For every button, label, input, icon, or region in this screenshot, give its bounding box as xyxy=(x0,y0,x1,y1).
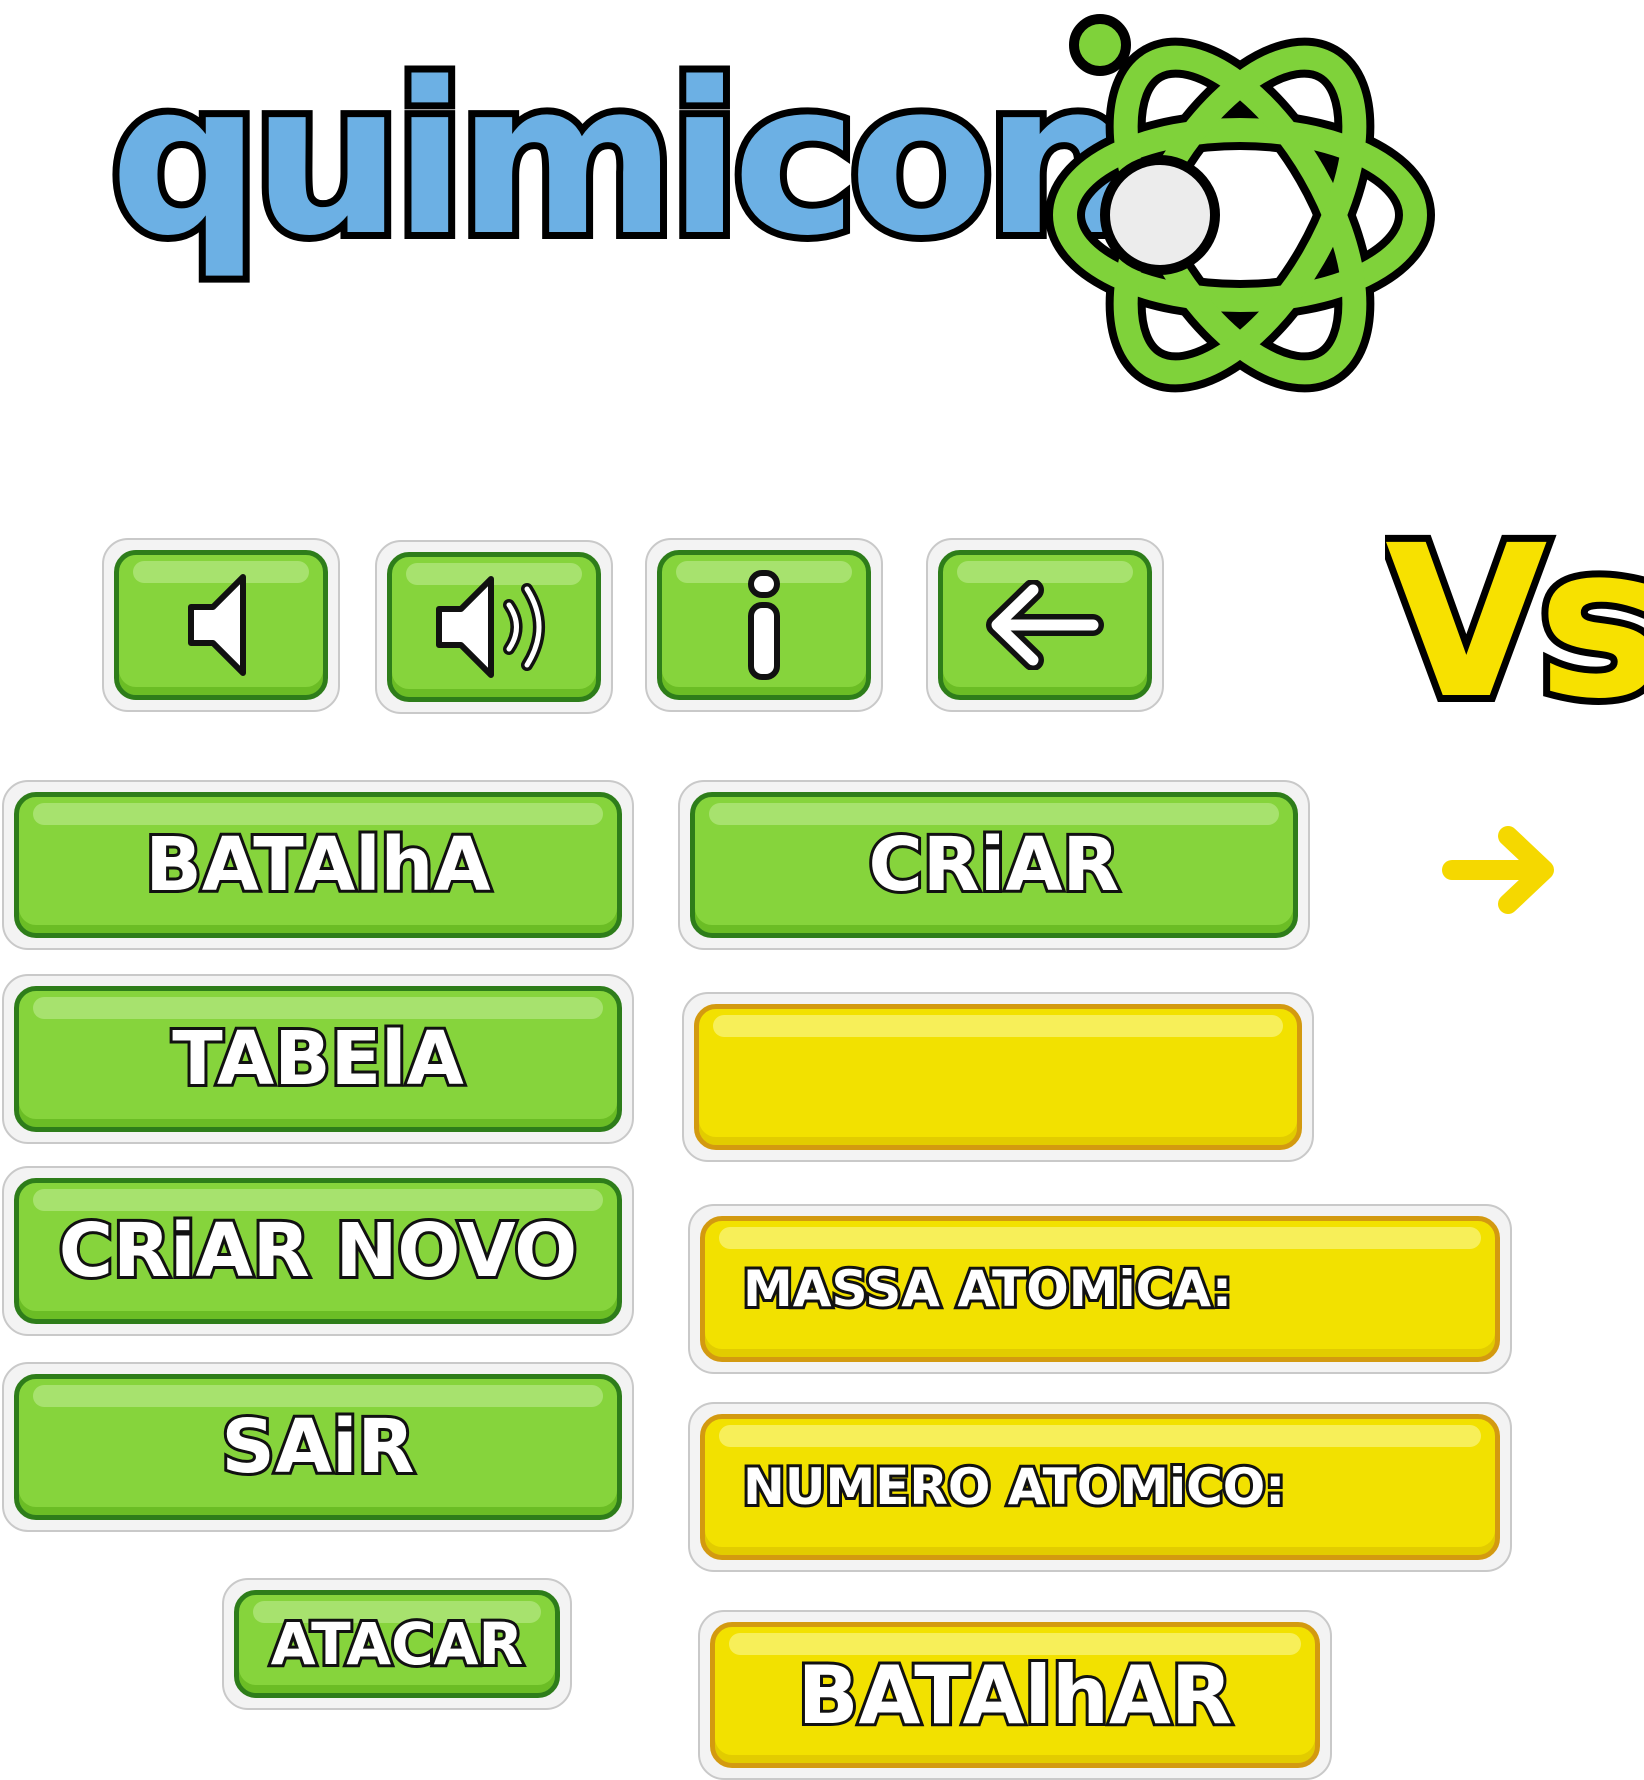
criar-button[interactable]: CRiAR xyxy=(690,792,1298,938)
criar-novo-button[interactable]: CRiAR NOVO xyxy=(14,1178,622,1324)
tabela-label: TABElA xyxy=(169,1013,467,1105)
sair-button[interactable]: SAiR xyxy=(14,1374,622,1520)
massa-atomica-panel: MASSA ATOMiCA: xyxy=(700,1216,1500,1362)
batalha-button-frame: BATAlhA xyxy=(2,780,634,950)
numero-atomico-label: NUMERO ATOMiCO: xyxy=(740,1455,1288,1519)
back-button[interactable] xyxy=(938,550,1152,700)
criar-novo-label: CRiAR NOVO xyxy=(56,1205,580,1297)
atacar-button-frame: ATACAR xyxy=(222,1578,572,1710)
logo-text: quimicon xyxy=(103,37,1142,282)
info-icon xyxy=(748,570,780,680)
massa-atomica-label: MASSA ATOMiCA: xyxy=(740,1257,1235,1321)
speaker-mute-icon xyxy=(188,574,246,676)
arrow-right-icon[interactable] xyxy=(1440,820,1565,920)
criar-button-frame: CRiAR xyxy=(678,780,1310,950)
info-button-frame xyxy=(645,538,883,712)
tabela-button-frame: TABElA xyxy=(2,974,634,1144)
batalha-label: BATAlhA xyxy=(142,819,493,911)
batalhar-button-frame: BATAlhAR xyxy=(698,1610,1332,1780)
massa-atomica-panel-frame: MASSA ATOMiCA: xyxy=(688,1204,1512,1374)
blank-yellow-panel xyxy=(694,1004,1302,1150)
arrow-left-icon xyxy=(986,580,1104,670)
numero-atomico-panel: NUMERO ATOMiCO: xyxy=(700,1414,1500,1560)
atacar-label: ATACAR xyxy=(268,1607,526,1681)
back-button-frame xyxy=(926,538,1164,712)
criar-label: CRiAR xyxy=(866,819,1123,911)
mute-button[interactable] xyxy=(114,550,328,700)
atom-icon xyxy=(1045,14,1435,393)
atacar-button[interactable]: ATACAR xyxy=(234,1590,560,1698)
tabela-button[interactable]: TABElA xyxy=(14,986,622,1132)
sound-button[interactable] xyxy=(387,552,601,702)
batalha-button[interactable]: BATAlhA xyxy=(14,792,622,938)
mute-button-frame xyxy=(102,538,340,712)
numero-atomico-panel-frame: NUMERO ATOMiCO: xyxy=(688,1402,1512,1572)
speaker-sound-icon xyxy=(436,576,545,678)
batalhar-label: BATAlhAR xyxy=(795,1646,1236,1745)
batalhar-button[interactable]: BATAlhAR xyxy=(710,1622,1320,1768)
vs-label: Vs xyxy=(1385,500,1644,740)
criar-novo-button-frame: CRiAR NOVO xyxy=(2,1166,634,1336)
sair-button-frame: SAiR xyxy=(2,1362,634,1532)
info-button[interactable] xyxy=(657,550,871,700)
blank-panel-frame xyxy=(682,992,1314,1162)
vs-text: Vs xyxy=(1385,500,1644,740)
game-logo: quimicon xyxy=(100,0,1440,430)
sound-button-frame xyxy=(375,540,613,714)
sair-label: SAiR xyxy=(219,1401,418,1493)
